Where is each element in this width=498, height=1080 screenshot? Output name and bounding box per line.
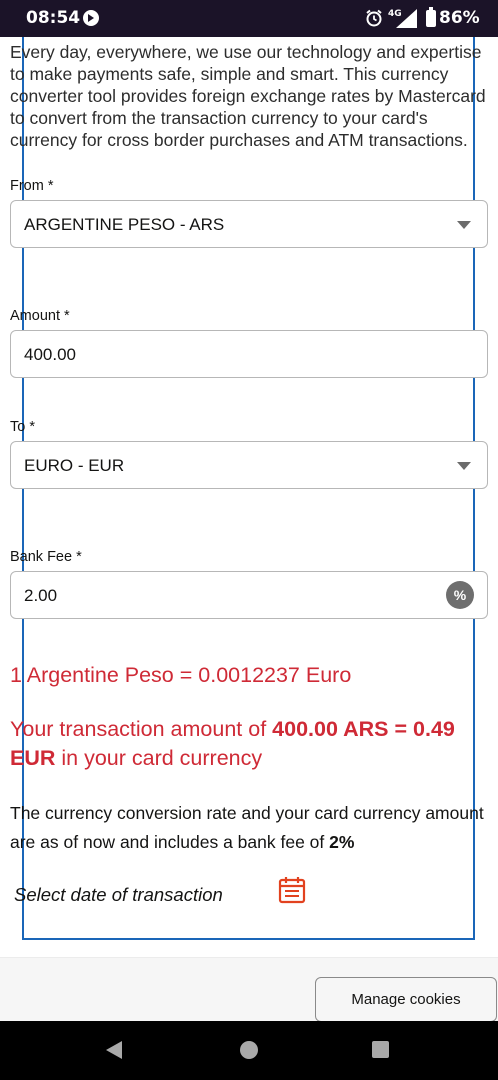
note-now: now [82, 832, 116, 852]
manage-cookies-button[interactable]: Manage cookies [315, 977, 497, 1022]
transaction-result: Your transaction amount of 400.00 ARS = … [10, 715, 490, 773]
amount-label: Amount * [10, 308, 70, 324]
battery-icon [426, 7, 436, 27]
from-label: From * [10, 178, 54, 194]
to-currency-value: EURO - EUR [24, 456, 125, 475]
to-currency-select[interactable]: EURO - EUR [10, 441, 488, 489]
app-notification-icon [83, 10, 99, 26]
network-type-label: 4G [388, 9, 402, 19]
txn-suffix: in your card currency [55, 746, 263, 770]
exchange-rate-text: 1 Argentine Peso = 0.0012237 Euro [10, 663, 352, 687]
note-fee: 2% [329, 832, 355, 852]
converter-content: Every day, everywhere, we use our techno… [0, 37, 498, 957]
from-currency-select[interactable]: ARGENTINE PESO - ARS [10, 200, 488, 248]
chevron-down-icon [457, 462, 471, 470]
back-icon[interactable] [106, 1041, 122, 1059]
status-time: 08:54 [26, 8, 81, 28]
amount-value: 400.00 [24, 345, 76, 364]
amount-input[interactable]: 400.00 [10, 330, 488, 378]
battery-level: 86% [439, 8, 480, 28]
navigation-bar [0, 1021, 498, 1080]
chevron-down-icon [457, 221, 471, 229]
txn-prefix: Your transaction amount of [10, 717, 273, 741]
from-currency-value: ARGENTINE PESO - ARS [24, 215, 225, 234]
status-bar: 08:54 4G 86% [0, 0, 498, 37]
bank-fee-value: 2.00 [24, 586, 58, 605]
calendar-icon[interactable] [278, 876, 306, 904]
recents-icon[interactable] [372, 1041, 389, 1058]
signal-icon: 4G [388, 9, 417, 28]
to-label: To * [10, 419, 35, 435]
select-date-link[interactable]: Select date of transaction [14, 884, 223, 906]
note-middle: and includes a bank fee of [115, 832, 330, 852]
bank-fee-input[interactable]: 2.00 % [10, 571, 488, 619]
frame-bottom-border [22, 938, 475, 940]
intro-text: Every day, everywhere, we use our techno… [10, 42, 486, 150]
conversion-note: The currency conversion rate and your ca… [10, 799, 490, 857]
home-icon[interactable] [240, 1041, 258, 1059]
txn-equals: = [388, 717, 414, 741]
alarm-icon [366, 9, 382, 27]
txn-from-amount: 400.00 ARS [272, 717, 389, 741]
percent-icon: % [446, 581, 474, 609]
bank-fee-label: Bank Fee * [10, 549, 82, 565]
